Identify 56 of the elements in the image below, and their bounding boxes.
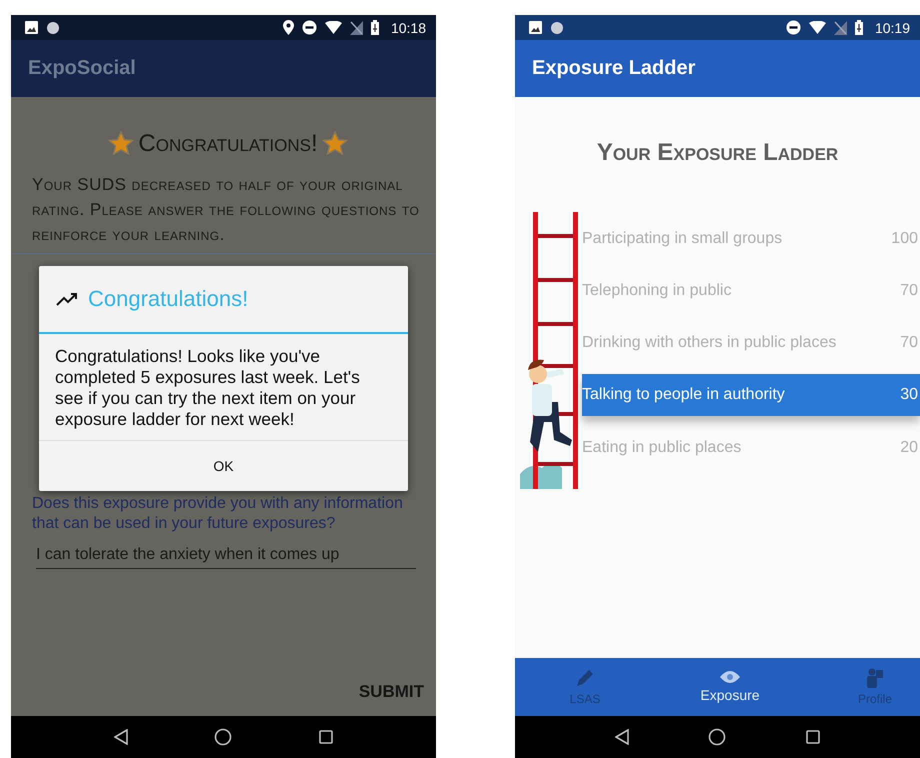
do-not-disturb-icon xyxy=(302,20,317,35)
nav-tab[interactable]: Profile xyxy=(835,658,915,716)
item-score: 20 xyxy=(900,439,918,457)
item-label: Participating in small groups xyxy=(582,230,782,248)
dialog-message: Congratulations! Looks like you've completed 5 exposures last week. Let's see if you can try the next item on your exposure ladder for next week! xyxy=(39,334,408,441)
recents-icon[interactable] xyxy=(318,730,333,744)
trending-up-icon xyxy=(56,292,78,306)
dialog-title: Congratulations! xyxy=(88,286,248,312)
ladder-item[interactable]: Eating in public places 20 xyxy=(582,422,920,474)
item-label: Talking to people in authority xyxy=(582,386,785,404)
eye-icon xyxy=(720,671,740,683)
item-label: Drinking with others in public places xyxy=(582,334,836,352)
image-icon xyxy=(25,21,38,34)
intro-text: Your SUDS decreased to half of your original rating. Please answer the following questions to reinforce your learning. xyxy=(32,174,420,246)
nav-tab[interactable]: LSAS xyxy=(545,658,625,716)
person-icon xyxy=(866,668,884,688)
wifi-icon xyxy=(324,21,342,34)
pencil-icon xyxy=(575,668,595,688)
nav-tab[interactable]: Exposure xyxy=(690,658,770,716)
back-icon[interactable] xyxy=(614,729,629,745)
star-icon xyxy=(322,131,348,157)
back-icon[interactable] xyxy=(114,729,128,745)
ladder-item[interactable]: Participating in small groups 100 xyxy=(582,213,920,265)
app-title: Exposure Ladder xyxy=(532,57,696,80)
item-label: Eating in public places xyxy=(582,439,742,457)
item-label: Telephoning in public xyxy=(582,282,732,300)
item-score: 70 xyxy=(900,282,918,300)
do-not-disturb-icon xyxy=(786,20,801,35)
ladder-heading: Your Exposure Ladder xyxy=(596,139,838,167)
status-time: 10:18 xyxy=(390,20,426,36)
item-score: 100 xyxy=(891,230,918,248)
battery-icon xyxy=(370,20,379,35)
submit-button[interactable]: SUBMIT xyxy=(358,682,424,702)
circle-icon xyxy=(550,20,564,34)
star-icon xyxy=(108,131,134,157)
ladder-item[interactable]: Drinking with others in public places 70 xyxy=(582,317,920,369)
no-sim-icon xyxy=(834,20,847,34)
ladder-item[interactable]: Telephoning in public 70 xyxy=(582,265,920,317)
image-icon xyxy=(529,21,542,34)
recents-icon[interactable] xyxy=(806,730,820,744)
item-score: 30 xyxy=(900,386,918,404)
ladder-item[interactable]: Talking to people in authority 30 xyxy=(582,374,920,416)
status-time: 10:19 xyxy=(874,20,910,36)
ok-button[interactable]: OK xyxy=(39,441,408,491)
item-score: 70 xyxy=(900,334,918,352)
wifi-icon xyxy=(808,21,826,34)
congratulations-heading: Congratulations! xyxy=(138,130,318,158)
battery-icon xyxy=(854,20,863,35)
home-icon[interactable] xyxy=(708,728,726,746)
app-title: ExpoSocial xyxy=(28,57,136,80)
home-icon[interactable] xyxy=(214,728,232,746)
circle-icon xyxy=(46,20,60,34)
no-sim-icon xyxy=(350,20,363,34)
question-text: Does this exposure provide you with any information that can be used in your future exposures? xyxy=(32,494,404,534)
location-icon xyxy=(282,20,294,35)
answer-field[interactable]: I can tolerate the anxiety when it comes up xyxy=(36,546,416,569)
